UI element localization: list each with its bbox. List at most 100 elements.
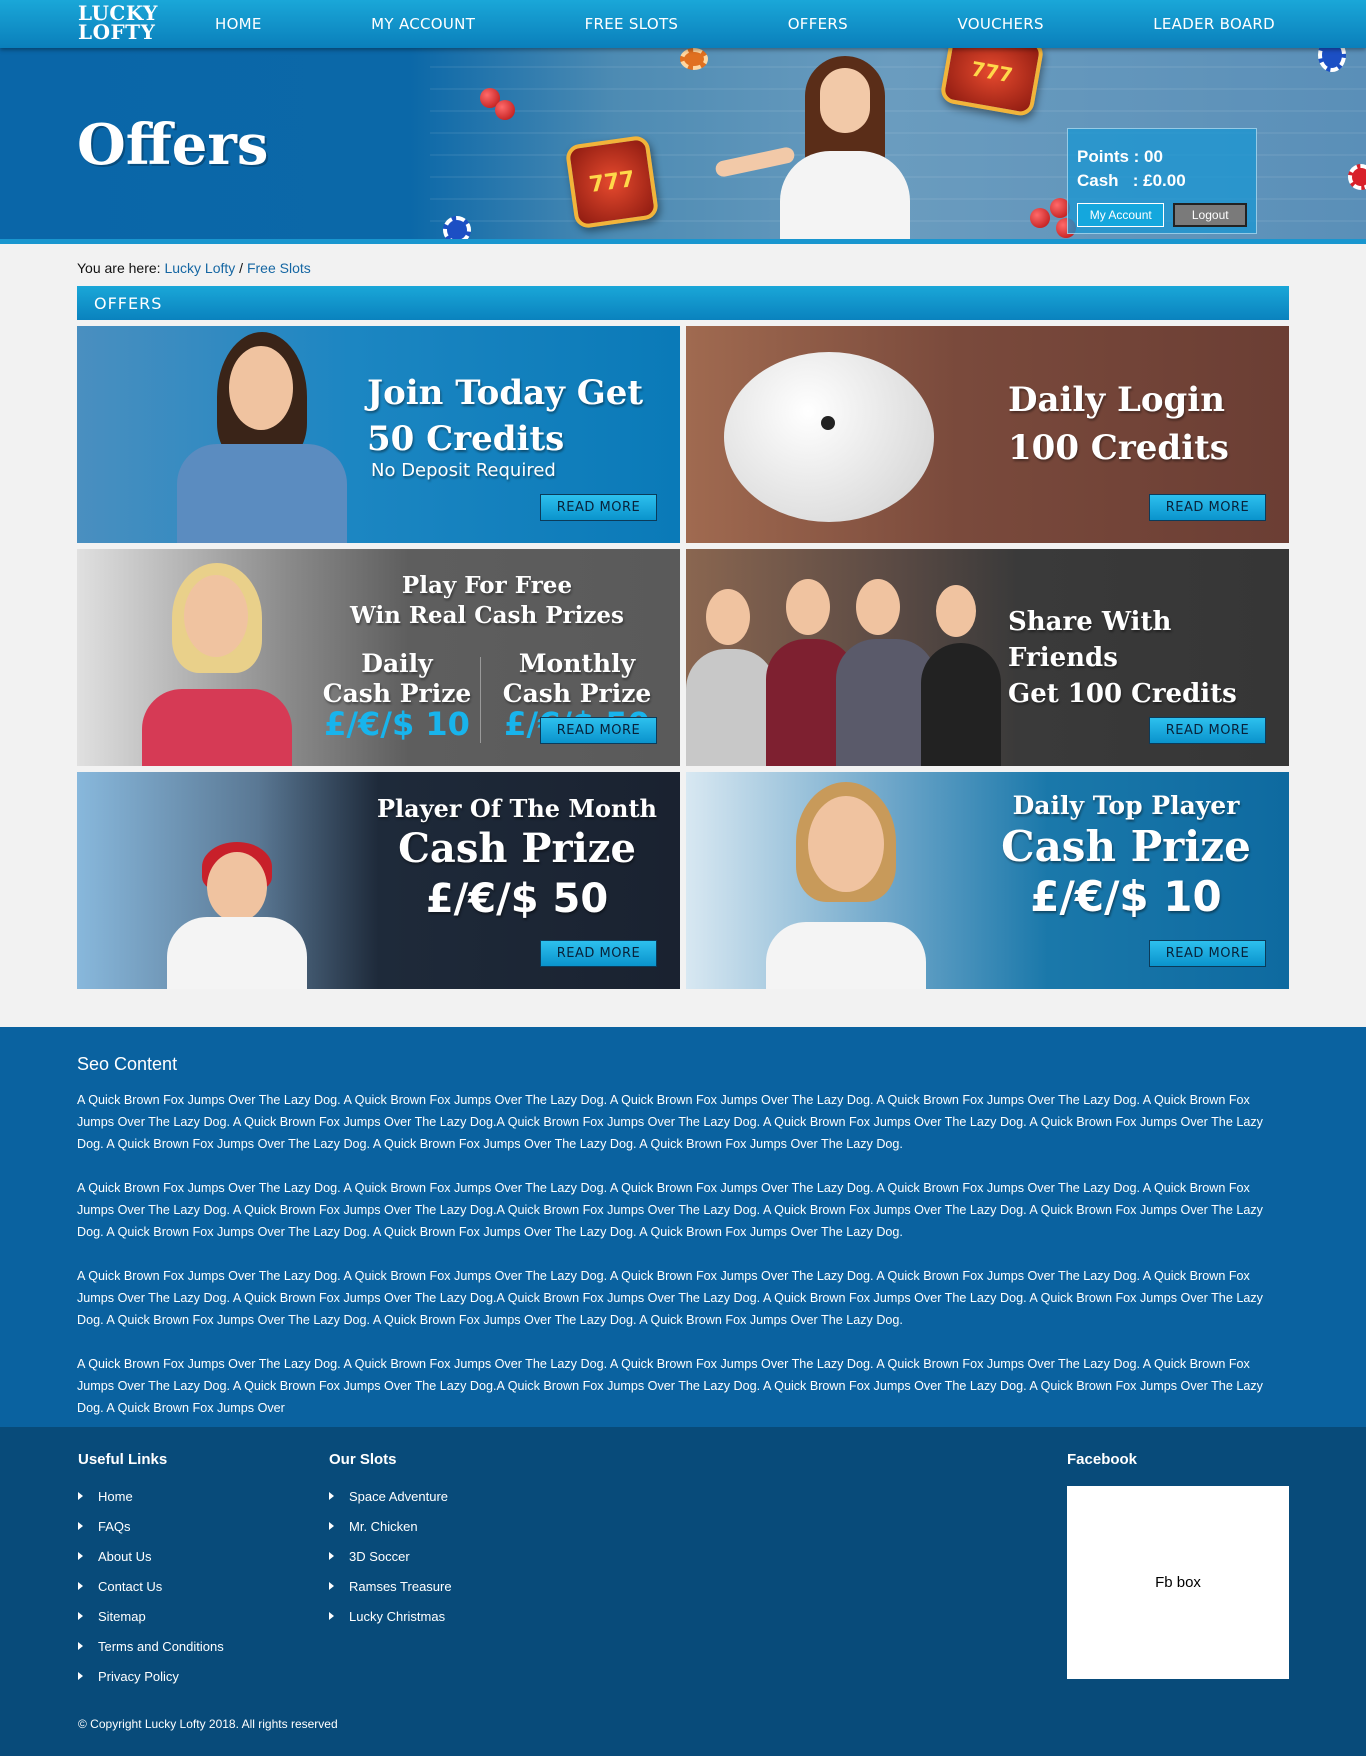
offers-section-header: OFFERS <box>77 286 1289 320</box>
footer-link-label: About Us <box>98 1548 152 1564</box>
footer-link-terms[interactable]: Terms and Conditions <box>78 1631 224 1661</box>
footer-link-label: Terms and Conditions <box>98 1638 224 1654</box>
daily-prize-column: Daily Cash Prize £/€/$ 10 <box>322 649 472 740</box>
friend-face <box>706 589 750 645</box>
person-face <box>229 346 293 430</box>
offer-headline-line1: Join Today Get <box>367 373 644 413</box>
caret-right-icon <box>329 1522 334 1530</box>
person-shirt <box>142 689 292 766</box>
footer-slot-3d-soccer[interactable]: 3D Soccer <box>329 1541 452 1571</box>
nav-my-account[interactable]: MY ACCOUNT <box>371 15 475 33</box>
nav-offers[interactable]: OFFERS <box>788 15 848 33</box>
footer-slot-label: Lucky Christmas <box>349 1608 446 1624</box>
read-more-button[interactable]: READ MORE <box>540 940 657 967</box>
offer-card-daily-login[interactable]: Daily Login 100 Credits READ MORE <box>686 326 1289 543</box>
monthly-prize-title1: Monthly <box>518 649 636 678</box>
offer-subline: No Deposit Required <box>371 460 556 481</box>
offer-headline-line1: Share With Friends <box>1008 607 1172 673</box>
cherry-icon <box>495 100 515 120</box>
footer-link-privacy[interactable]: Privacy Policy <box>78 1661 224 1691</box>
cherry-icon <box>1030 208 1050 228</box>
footer-link-home[interactable]: Home <box>78 1481 224 1511</box>
breadcrumb-prefix: You are here: <box>77 260 161 276</box>
hero-model-image <box>714 56 945 239</box>
footer-slot-ramses-treasure[interactable]: Ramses Treasure <box>329 1571 452 1601</box>
caret-right-icon <box>329 1552 334 1560</box>
footer-link-about-us[interactable]: About Us <box>78 1541 224 1571</box>
account-buttons: My Account Logout <box>1077 203 1247 227</box>
offer-headline-line1: Play For Free <box>401 572 573 599</box>
footer-link-label: Contact Us <box>98 1578 163 1594</box>
breadcrumb-current-link[interactable]: Free Slots <box>247 260 311 276</box>
nav-free-slots[interactable]: FREE SLOTS <box>585 15 679 33</box>
facebook-heading: Facebook <box>1067 1451 1138 1468</box>
friend-shirt <box>686 649 776 766</box>
offer-headline-amount: £/€/$ 10 <box>1030 872 1222 921</box>
read-more-button[interactable]: READ MORE <box>1149 717 1266 744</box>
read-more-button[interactable]: READ MORE <box>1149 940 1266 967</box>
nav-home[interactable]: HOME <box>215 15 262 33</box>
breadcrumb-home-link[interactable]: Lucky Lofty <box>164 260 235 276</box>
page-title: Offers <box>77 112 269 178</box>
offer-headline-line2: 50 Credits <box>367 419 565 459</box>
offer-card-player-of-the-month[interactable]: Player Of The Month Cash Prize £/€/$ 50 … <box>77 772 680 989</box>
nav-leader-board[interactable]: LEADER BOARD <box>1153 15 1275 33</box>
logout-button[interactable]: Logout <box>1173 203 1247 227</box>
useful-links-list: Home FAQs About Us Contact Us Sitemap Te… <box>78 1481 224 1691</box>
offer-headline: Daily Top Player Cash Prize £/€/$ 10 <box>976 790 1276 922</box>
offer-headline-line2: Win Real Cash Prizes <box>350 602 624 629</box>
offer-headline: Player Of The Month Cash Prize £/€/$ 50 <box>367 794 667 924</box>
footer-slot-label: Space Adventure <box>349 1488 449 1504</box>
points-display: Points : 00 <box>1077 147 1163 166</box>
footer-link-faqs[interactable]: FAQs <box>78 1511 224 1541</box>
person-shirt <box>167 917 307 989</box>
poker-chip-icon <box>680 48 708 70</box>
offer-card-daily-top-player[interactable]: Daily Top Player Cash Prize £/€/$ 10 REA… <box>686 772 1289 989</box>
read-more-button[interactable]: READ MORE <box>540 717 657 744</box>
caret-right-icon <box>78 1522 83 1530</box>
footer-slot-label: 3D Soccer <box>349 1548 410 1564</box>
nav-vouchers[interactable]: VOUCHERS <box>957 15 1043 33</box>
offer-card-play-for-free[interactable]: Play For Free Win Real Cash Prizes Daily… <box>77 549 680 766</box>
caret-right-icon <box>78 1672 83 1680</box>
top-navbar: LUCKY LOFTY HOME MY ACCOUNT FREE SLOTS O… <box>0 0 1366 48</box>
cash-display: Cash : £0.00 <box>1077 171 1186 190</box>
offer-card-share-with-friends[interactable]: Share With Friends Get 100 Credits READ … <box>686 549 1289 766</box>
poker-chip-icon <box>443 216 471 239</box>
caret-right-icon <box>78 1612 83 1620</box>
our-slots-list: Space Adventure Mr. Chicken 3D Soccer Ra… <box>329 1481 452 1631</box>
person-face <box>207 852 267 922</box>
footer-link-sitemap[interactable]: Sitemap <box>78 1601 224 1631</box>
my-account-button[interactable]: My Account <box>1077 203 1165 227</box>
seo-content-section: Seo Content A Quick Brown Fox Jumps Over… <box>0 1027 1366 1427</box>
daily-prize-title1: Daily <box>361 649 433 678</box>
offer-headline-line2: Cash Prize <box>398 825 636 872</box>
offer-headline-line1: Player Of The Month <box>376 794 657 823</box>
friend-face <box>786 579 830 635</box>
offer-image-happy-woman <box>157 326 377 543</box>
offer-headline: Join Today Get 50 Credits <box>367 370 667 462</box>
read-more-button[interactable]: READ MORE <box>540 494 657 521</box>
friend-shirt <box>921 643 1001 766</box>
footer-slot-mr-chicken[interactable]: Mr. Chicken <box>329 1511 452 1541</box>
caret-right-icon <box>78 1552 83 1560</box>
friend-face <box>856 579 900 635</box>
nav-links: HOME MY ACCOUNT FREE SLOTS OFFERS VOUCHE… <box>215 0 1275 48</box>
footer-slot-lucky-christmas[interactable]: Lucky Christmas <box>329 1601 452 1631</box>
footer-slot-space-adventure[interactable]: Space Adventure <box>329 1481 452 1511</box>
offer-image-woman-with-cash <box>132 549 312 766</box>
read-more-button[interactable]: READ MORE <box>1149 494 1266 521</box>
offer-image-friends-group <box>686 549 1016 766</box>
seo-paragraph: A Quick Brown Fox Jumps Over The Lazy Do… <box>77 1357 1263 1415</box>
footer-link-contact-us[interactable]: Contact Us <box>78 1571 224 1601</box>
offer-image-excited-woman <box>736 772 976 989</box>
hero-model-face <box>820 68 870 133</box>
facebook-widget[interactable]: Fb box <box>1067 1486 1289 1679</box>
useful-links-heading: Useful Links <box>78 1451 168 1468</box>
friend-face <box>936 585 976 637</box>
footer-link-label: Home <box>98 1488 133 1504</box>
breadcrumb: You are here: Lucky Lofty / Free Slots <box>77 260 311 276</box>
person-shirt <box>766 922 926 989</box>
site-logo[interactable]: LUCKY LOFTY <box>78 3 160 42</box>
offer-card-join-today[interactable]: Join Today Get 50 Credits No Deposit Req… <box>77 326 680 543</box>
